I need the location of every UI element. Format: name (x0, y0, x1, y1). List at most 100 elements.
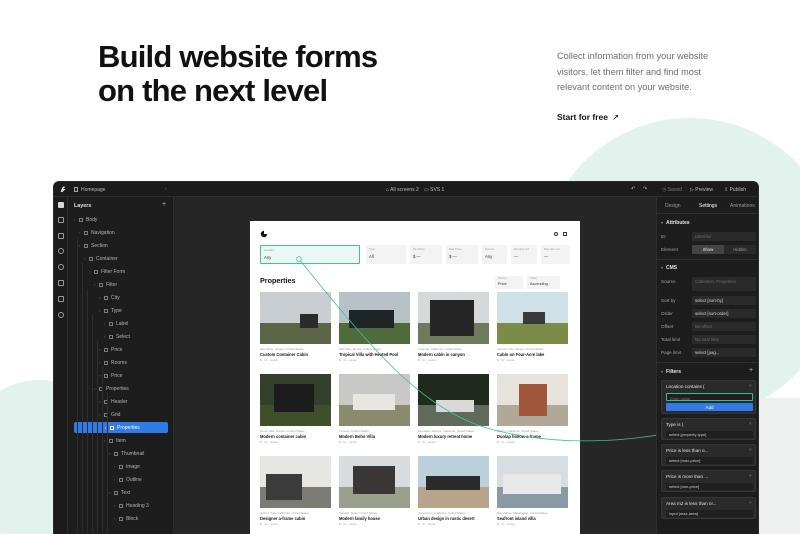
size-selector[interactable]: ▭ SVS 1 (424, 187, 444, 193)
property-card[interactable]: Malibu, California, United States Dunlap … (497, 374, 568, 444)
filter-value-select[interactable]: select [max-price] (666, 457, 753, 464)
start-for-free-link[interactable]: Start for free ↗ (557, 112, 619, 123)
filter-add-button[interactable]: Add (666, 403, 753, 411)
filter-max-price[interactable]: Price is less than o... × select [max-pr… (661, 444, 756, 466)
site-preview[interactable]: Location Any Type All Min Price $ — Max Price $… (250, 221, 580, 534)
pages-icon[interactable] (58, 217, 64, 223)
assets-icon[interactable] (58, 280, 64, 286)
tab-design[interactable]: Design (665, 203, 681, 209)
layer-item[interactable]: › Container (68, 253, 174, 264)
redo-icon[interactable]: ↷ (643, 186, 647, 192)
tab-animations[interactable]: Animations (730, 203, 755, 209)
property-card[interactable]: Green Hills, Oregon, United States Modern… (260, 374, 331, 444)
layer-item[interactable]: › Header (68, 396, 174, 407)
total-limit-input[interactable]: No total limit (692, 335, 756, 344)
id-input[interactable]: Identifier (692, 232, 756, 241)
order-select[interactable]: select [sort-order] (692, 309, 756, 318)
filter-max-area[interactable]: Area m2 is less than or... × input [max-… (661, 497, 756, 519)
tab-settings[interactable]: Settings (699, 203, 717, 209)
property-card[interactable]: Bay Harbor, Washington, United States Sea… (497, 456, 568, 526)
layer-item[interactable]: › Outline (68, 474, 174, 485)
publish-button[interactable]: ⇪ Publish (724, 187, 746, 193)
bag-icon[interactable] (563, 232, 567, 236)
collapse-icon[interactable]: ‹ (165, 186, 167, 192)
filter-field[interactable]: Max size m2 — (541, 245, 570, 264)
show-option[interactable]: Show (692, 245, 724, 254)
filter-min-price[interactable]: Price is more than ... × select [min-pri… (661, 470, 756, 492)
close-icon[interactable]: × (749, 447, 752, 452)
layer-item[interactable]: › Section (68, 240, 174, 251)
layer-item[interactable]: › Price (68, 344, 174, 355)
layer-item[interactable]: › Properties (68, 383, 174, 394)
layer-item[interactable]: › Item (68, 435, 174, 446)
source-select[interactable]: Collection: Properties (692, 277, 756, 291)
settings-icon[interactable] (58, 312, 64, 318)
screens-selector[interactable]: ⌂ All screens 2 (386, 187, 419, 193)
design-canvas[interactable]: Location Any Type All Min Price $ — Max Price $… (174, 197, 656, 534)
layer-item[interactable]: › Image (68, 461, 174, 472)
offset-input[interactable]: No offset (692, 322, 756, 331)
layer-item[interactable]: › City (68, 292, 174, 303)
layer-item[interactable]: › Filter Form (68, 266, 174, 277)
filter-value-input[interactable]: Enter value (666, 393, 753, 401)
cms-icon[interactable] (58, 233, 64, 239)
filters-section-title[interactable]: ▾ Filters (661, 369, 681, 375)
layers-icon[interactable] (58, 202, 64, 208)
page-selector[interactable]: Homepage (74, 186, 105, 193)
layer-item[interactable]: › Type (68, 305, 174, 316)
property-card[interactable]: Topanga, California, United States Modern… (418, 292, 489, 362)
layer-item[interactable]: › Label (68, 318, 174, 329)
layer-item[interactable]: › Body (68, 214, 174, 225)
layer-item[interactable]: › Navigation (68, 227, 174, 238)
add-layer-button[interactable]: + (162, 201, 166, 208)
close-icon[interactable]: × (749, 500, 752, 505)
filter-field[interactable]: Max Price $ — (446, 245, 478, 264)
property-card[interactable]: Sandpit, Texas, United States Modern fami… (339, 456, 410, 526)
close-icon[interactable]: × (749, 473, 752, 478)
property-card[interactable]: Fountains, Ravine, California, United St… (418, 374, 489, 444)
layer-item[interactable]: › Price (68, 370, 174, 381)
filter-field[interactable]: Min size m2 — (511, 245, 537, 264)
preview-button[interactable]: ▷ Preview (690, 187, 713, 193)
property-card[interactable]: Tuscany, United States Modern Boho Villa $… (339, 374, 410, 444)
tools-icon[interactable] (58, 296, 64, 302)
element-visibility-toggle[interactable]: Show Hidden (692, 245, 756, 254)
layer-item[interactable]: › Grid (68, 409, 174, 420)
layer-item[interactable]: › Select (68, 331, 174, 342)
property-card[interactable]: Jamestown, California, United States Urba… (418, 456, 489, 526)
layer-item[interactable]: › Block (68, 513, 174, 524)
filter-value-select[interactable]: input [max-area] (666, 510, 753, 517)
globe-icon[interactable] (58, 264, 64, 270)
filter-field[interactable]: Type All (366, 245, 406, 264)
property-card[interactable]: Junction City, Oregon, United States Cabi… (497, 292, 568, 362)
filter-field[interactable]: Rooms Any (482, 245, 507, 264)
cms-section-title[interactable]: ▾ CMS (661, 265, 677, 271)
layer-item[interactable]: › Thumbnail (68, 448, 174, 459)
filter-field[interactable]: Location Any (260, 245, 360, 264)
filter-value-select[interactable]: select [property-type] (666, 431, 753, 438)
hidden-option[interactable]: Hidden (724, 245, 756, 254)
property-card[interactable]: Blue Edge, Oregon, United States Custom C… (260, 292, 331, 362)
filter-type[interactable]: Type is ( × select [property-type] (661, 418, 756, 440)
attributes-section-title[interactable]: ▾ Attributes (661, 220, 690, 226)
filter-field[interactable]: Min Price $ — (410, 245, 442, 264)
filter-value-select[interactable]: select [min-price] (666, 483, 753, 490)
search-icon[interactable] (554, 232, 558, 236)
app-logo-icon[interactable] (59, 185, 67, 193)
layer-item[interactable]: › Rooms (68, 357, 174, 368)
property-card[interactable]: Joshua Tree, California, United States De… (260, 456, 331, 526)
sortby-select[interactable]: select [sort-by] (692, 296, 756, 305)
page-limit-select[interactable]: select [pag... (692, 348, 756, 357)
property-card[interactable]: Palm Bay, Florida, United States Tropical… (339, 292, 410, 362)
filter-location[interactable]: Location contains ( × Enter value Add (661, 380, 756, 414)
layer-item[interactable]: › Filter (68, 279, 174, 290)
order-select[interactable]: Order Ascending (527, 276, 560, 289)
add-filter-button[interactable]: + (749, 367, 753, 374)
sort-by-select[interactable]: Sort by Price (495, 276, 523, 289)
layer-item[interactable]: › Heading 3 (68, 500, 174, 511)
layer-item[interactable]: › Text (68, 487, 174, 498)
undo-icon[interactable]: ↶ (631, 186, 635, 192)
close-icon[interactable]: × (749, 421, 752, 426)
close-icon[interactable]: × (749, 383, 752, 388)
layer-item[interactable]: › Properties (74, 422, 168, 433)
